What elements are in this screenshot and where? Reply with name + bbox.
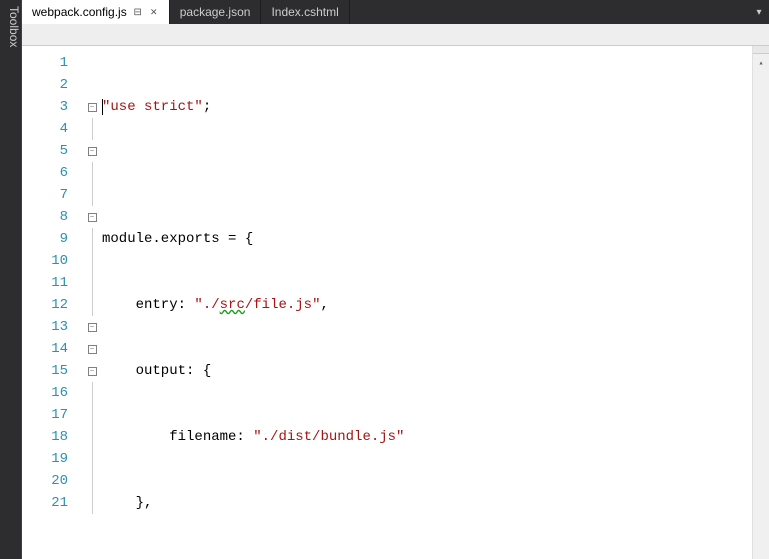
- line-number: 19: [22, 448, 68, 470]
- fold-collapse-icon[interactable]: −: [88, 103, 97, 112]
- tab-label: package.json: [180, 5, 251, 19]
- fold-cell[interactable]: [82, 184, 102, 206]
- fold-cell[interactable]: [82, 382, 102, 404]
- fold-cell[interactable]: [82, 118, 102, 140]
- fold-cell[interactable]: [82, 404, 102, 426]
- fold-cell[interactable]: [82, 162, 102, 184]
- tab-index-cshtml[interactable]: Index.cshtml: [261, 0, 349, 24]
- fold-cell[interactable]: [82, 74, 102, 96]
- fold-cell[interactable]: −: [82, 96, 102, 118]
- line-number: 4: [22, 118, 68, 140]
- fold-cell[interactable]: −: [82, 316, 102, 338]
- line-number: 9: [22, 228, 68, 250]
- fold-cell[interactable]: [82, 470, 102, 492]
- line-number: 17: [22, 404, 68, 426]
- code-area[interactable]: "use strict"; module.exports = { entry: …: [102, 46, 752, 559]
- tab-bar: webpack.config.js package.json Index.csh…: [22, 0, 769, 24]
- pin-icon[interactable]: [133, 7, 143, 17]
- fold-cell[interactable]: [82, 492, 102, 514]
- close-icon[interactable]: [149, 7, 159, 17]
- line-number: 11: [22, 272, 68, 294]
- tab-label: webpack.config.js: [32, 5, 127, 19]
- fold-cell[interactable]: −: [82, 360, 102, 382]
- code-line: filename: "./dist/bundle.js": [102, 426, 752, 448]
- fold-cell[interactable]: −: [82, 206, 102, 228]
- split-handle[interactable]: [753, 46, 769, 54]
- fold-cell[interactable]: [82, 448, 102, 470]
- line-number: 10: [22, 250, 68, 272]
- line-number: 16: [22, 382, 68, 404]
- code-line: output: {: [102, 360, 752, 382]
- tab-bar-spacer: [350, 0, 749, 24]
- tab-label: Index.cshtml: [271, 5, 338, 19]
- fold-collapse-icon[interactable]: −: [88, 345, 97, 354]
- line-number: 14: [22, 338, 68, 360]
- line-number: 2: [22, 74, 68, 96]
- line-number: 13: [22, 316, 68, 338]
- main-area: webpack.config.js package.json Index.csh…: [22, 0, 769, 559]
- fold-cell[interactable]: [82, 294, 102, 316]
- fold-collapse-icon[interactable]: −: [88, 147, 97, 156]
- line-number: 18: [22, 426, 68, 448]
- scroll-up-icon[interactable]: ▴: [753, 54, 769, 71]
- tab-package-json[interactable]: package.json: [170, 0, 262, 24]
- line-number-gutter: 123456789101112131415161718192021: [22, 46, 82, 559]
- fold-collapse-icon[interactable]: −: [88, 367, 97, 376]
- fold-cell[interactable]: [82, 426, 102, 448]
- toolbox-panel[interactable]: Toolbox: [0, 0, 22, 559]
- line-number: 12: [22, 294, 68, 316]
- line-number: 5: [22, 140, 68, 162]
- line-number: 3: [22, 96, 68, 118]
- fold-cell[interactable]: −: [82, 338, 102, 360]
- fold-cell[interactable]: [82, 250, 102, 272]
- line-number: 1: [22, 52, 68, 74]
- code-line: "use strict";: [102, 96, 752, 118]
- line-number: 7: [22, 184, 68, 206]
- fold-cell[interactable]: [82, 272, 102, 294]
- toolbox-label: Toolbox: [7, 6, 21, 47]
- tab-webpack-config[interactable]: webpack.config.js: [22, 0, 170, 24]
- line-number: 6: [22, 162, 68, 184]
- fold-collapse-icon[interactable]: −: [88, 323, 97, 332]
- fold-gutter[interactable]: − − − − − −: [82, 46, 102, 559]
- navigation-bar[interactable]: [22, 24, 769, 46]
- fold-cell[interactable]: [82, 228, 102, 250]
- fold-cell[interactable]: −: [82, 140, 102, 162]
- code-line: },: [102, 492, 752, 514]
- line-number: 21: [22, 492, 68, 514]
- code-line: entry: "./src/file.js",: [102, 294, 752, 316]
- line-number: 15: [22, 360, 68, 382]
- line-number: 20: [22, 470, 68, 492]
- code-line: [102, 162, 752, 184]
- tab-dropdown-icon[interactable]: [749, 0, 769, 24]
- code-line: module.exports = {: [102, 228, 752, 250]
- fold-collapse-icon[interactable]: −: [88, 213, 97, 222]
- fold-cell[interactable]: [82, 52, 102, 74]
- vertical-scrollbar[interactable]: ▴: [752, 46, 769, 559]
- line-number: 8: [22, 206, 68, 228]
- code-editor[interactable]: 123456789101112131415161718192021 −−−−−−…: [22, 46, 769, 559]
